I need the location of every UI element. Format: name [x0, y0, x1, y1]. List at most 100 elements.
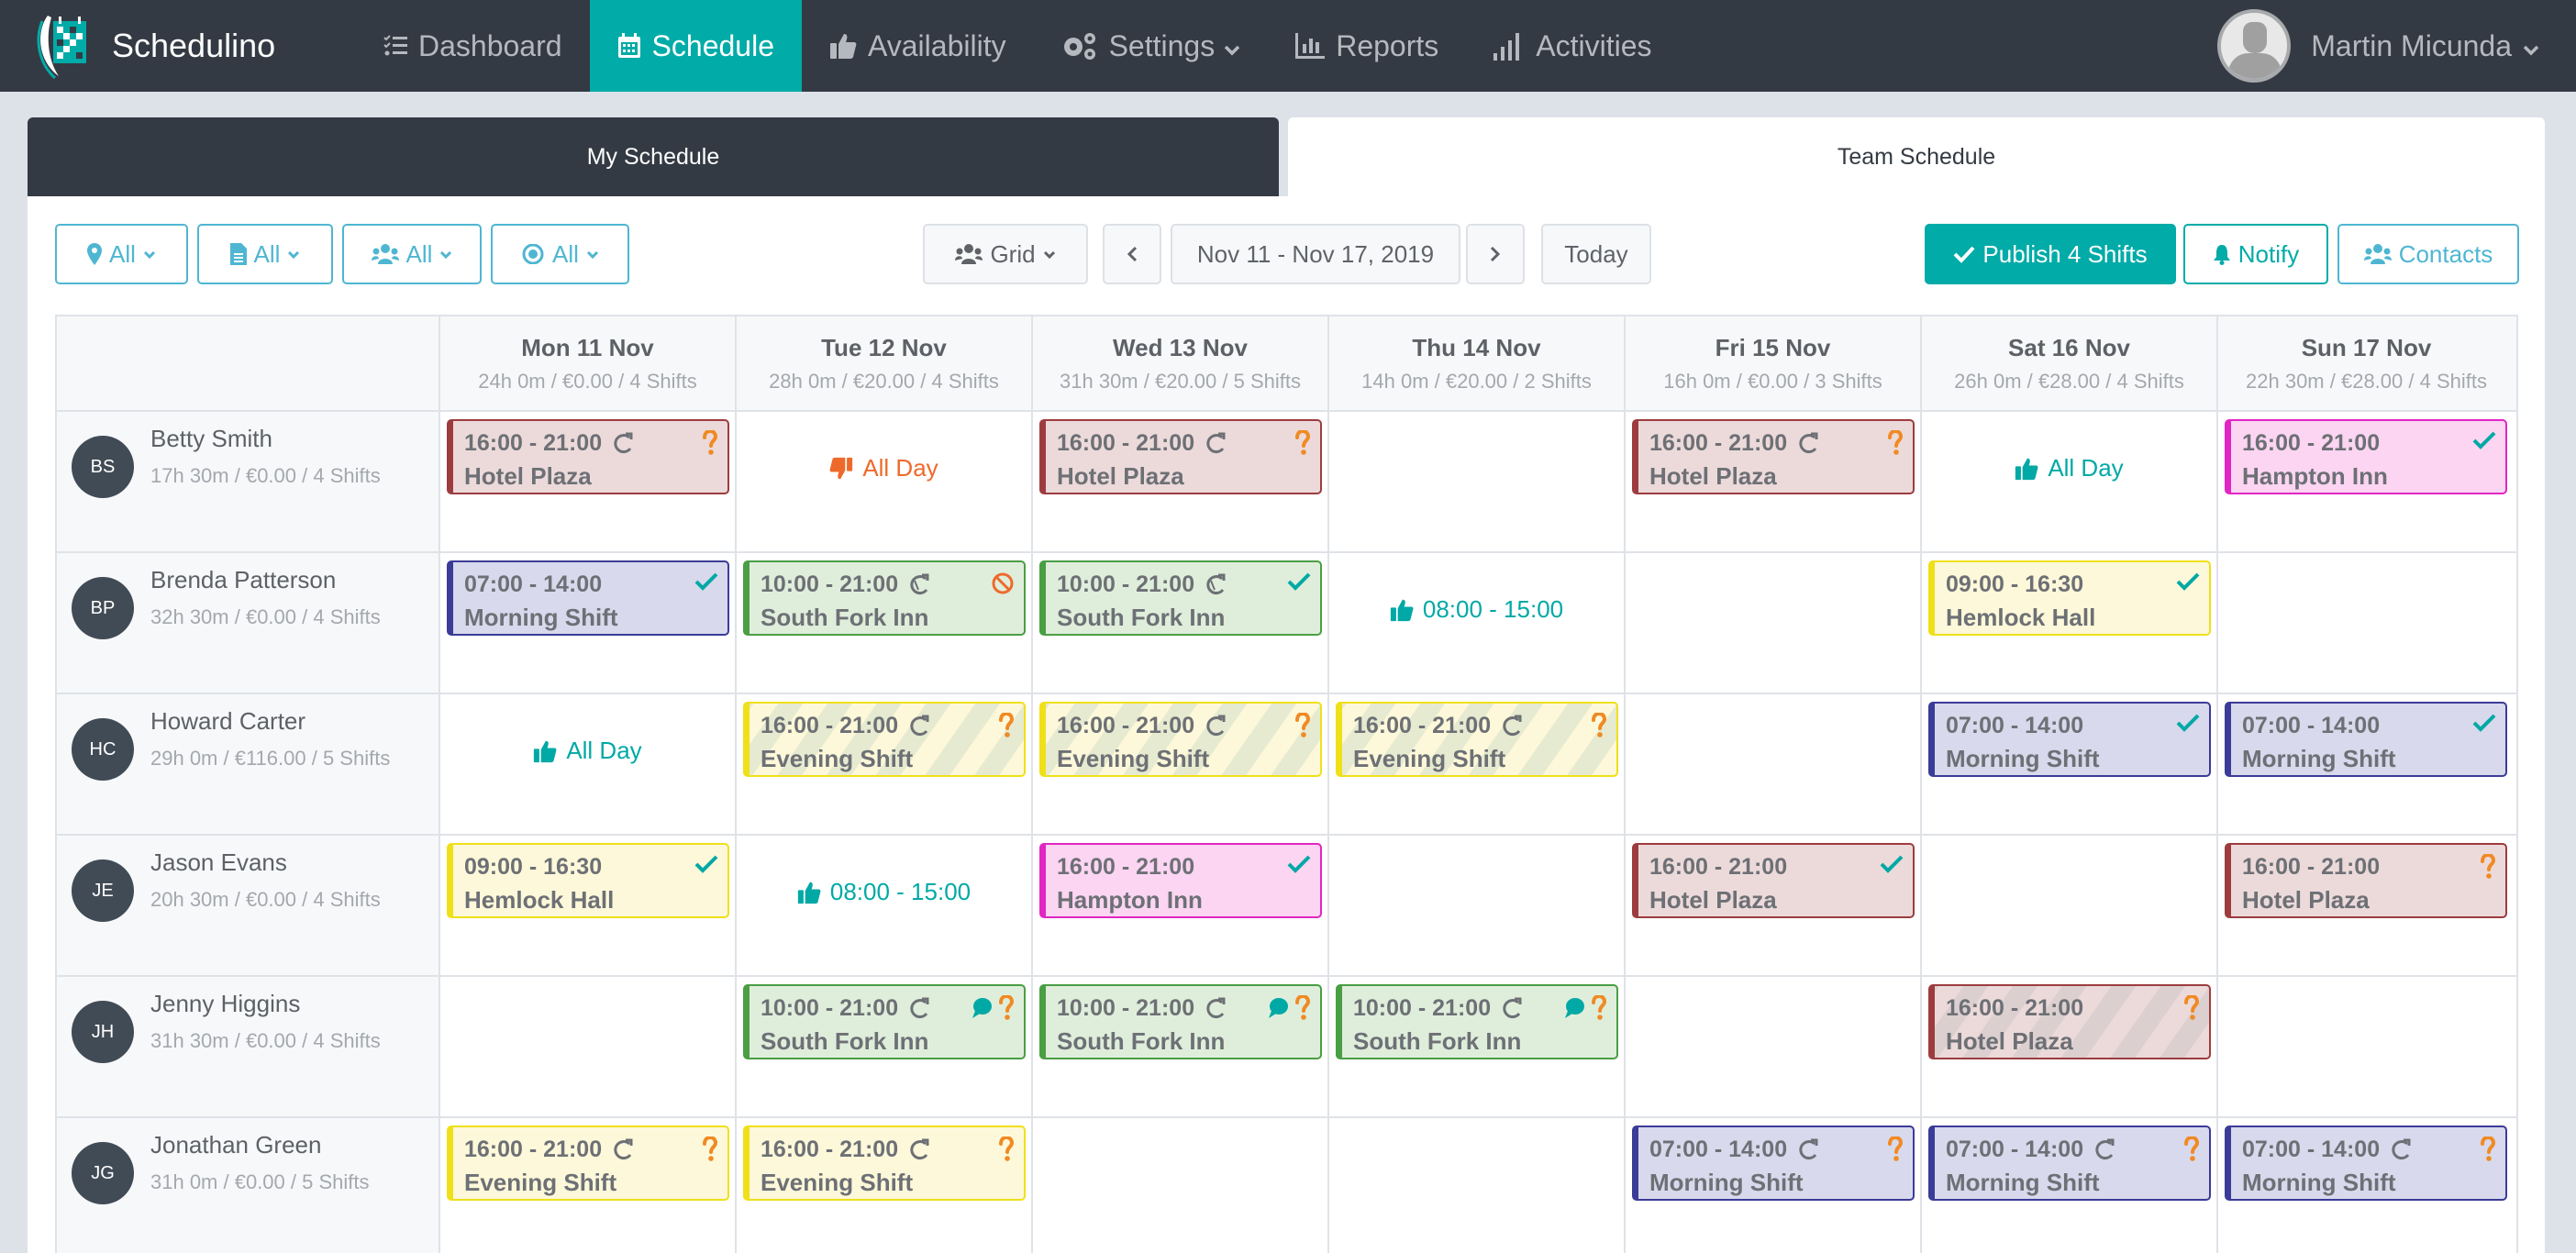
- shift-card[interactable]: 16:00 - 21:00 Hotel Plaza: [447, 419, 729, 494]
- shift-card[interactable]: 16:00 - 21:00 Hampton Inn: [2225, 419, 2507, 494]
- shift-card[interactable]: 09:00 - 16:30 Hemlock Hall: [447, 843, 729, 918]
- schedule-cell[interactable]: [1329, 836, 1626, 975]
- employee-info[interactable]: HC Howard Carter 29h 0m / €116.00 / 5 Shif…: [57, 694, 440, 834]
- schedule-cell[interactable]: 16:00 - 21:00 Evening Shift: [440, 1118, 737, 1253]
- schedule-cell[interactable]: 08:00 - 15:00: [737, 836, 1033, 975]
- nav-dashboard[interactable]: Dashboard: [356, 0, 590, 92]
- employee-info[interactable]: JE Jason Evans 20h 30m / €0.00 / 4 Shifts: [57, 836, 440, 975]
- schedule-cell[interactable]: [1329, 1118, 1626, 1253]
- tab-my-schedule[interactable]: My Schedule: [28, 117, 1279, 196]
- shift-card[interactable]: 07:00 - 14:00 Morning Shift: [1632, 1125, 1915, 1201]
- shift-card[interactable]: 16:00 - 21:00 Hotel Plaza: [1632, 419, 1915, 494]
- shift-card[interactable]: 16:00 - 21:00 Evening Shift: [1336, 702, 1618, 777]
- schedule-cell[interactable]: 07:00 - 14:00 Morning Shift: [1626, 1118, 1922, 1253]
- schedule-cell[interactable]: 16:00 - 21:00 Hotel Plaza: [1033, 412, 1329, 551]
- schedule-cell[interactable]: 10:00 - 21:00 South Fork Inn: [1329, 977, 1626, 1116]
- previous-week-button[interactable]: [1103, 224, 1161, 284]
- contacts-button[interactable]: Contacts: [2337, 224, 2519, 284]
- schedule-cell[interactable]: 16:00 - 21:00 Evening Shift: [1329, 694, 1626, 834]
- schedule-cell[interactable]: [1922, 836, 2218, 975]
- shift-card[interactable]: 16:00 - 21:00 Hotel Plaza: [2225, 843, 2507, 918]
- nav-reports[interactable]: Reports: [1268, 0, 1466, 92]
- availability-preferred[interactable]: 08:00 - 15:00: [1329, 595, 1624, 624]
- schedule-cell[interactable]: All Day: [737, 412, 1033, 551]
- schedule-cell[interactable]: [1033, 1118, 1329, 1253]
- schedule-cell[interactable]: All Day: [440, 694, 737, 834]
- employee-info[interactable]: BS Betty Smith 17h 30m / €0.00 / 4 Shifts: [57, 412, 440, 551]
- today-button[interactable]: Today: [1541, 224, 1651, 284]
- publish-shifts-button[interactable]: Publish 4 Shifts: [1925, 224, 2176, 284]
- schedule-cell[interactable]: 16:00 - 21:00 Evening Shift: [737, 1118, 1033, 1253]
- schedule-cell[interactable]: 10:00 - 21:00 South Fork Inn: [737, 977, 1033, 1116]
- employee-filter-button[interactable]: All: [342, 224, 482, 284]
- schedule-cell[interactable]: 16:00 - 21:00 Hampton Inn: [1033, 836, 1329, 975]
- comment-icon[interactable]: [971, 997, 993, 1024]
- shift-card[interactable]: 16:00 - 21:00 Hotel Plaza: [1039, 419, 1322, 494]
- shift-card[interactable]: 10:00 - 21:00 South Fork Inn: [743, 560, 1026, 636]
- schedule-cell[interactable]: 16:00 - 21:00 Hotel Plaza: [440, 412, 737, 551]
- employee-info[interactable]: JH Jenny Higgins 31h 30m / €0.00 / 4 Shift…: [57, 977, 440, 1116]
- schedule-cell[interactable]: 10:00 - 21:00 South Fork Inn: [1033, 553, 1329, 693]
- employee-info[interactable]: JG Jonathan Green 31h 0m / €0.00 / 5 Shift…: [57, 1118, 440, 1253]
- tab-team-schedule[interactable]: Team Schedule: [1288, 117, 2545, 196]
- schedule-cell[interactable]: 07:00 - 14:00 Morning Shift: [2218, 1118, 2515, 1253]
- schedule-cell[interactable]: [2218, 977, 2515, 1116]
- schedule-cell[interactable]: 16:00 - 21:00 Hotel Plaza: [1626, 836, 1922, 975]
- location-filter-button[interactable]: All: [55, 224, 188, 284]
- visibility-filter-button[interactable]: All: [491, 224, 629, 284]
- view-mode-dropdown[interactable]: Grid: [923, 224, 1088, 284]
- schedule-cell[interactable]: All Day: [1922, 412, 2218, 551]
- shift-card[interactable]: 07:00 - 14:00 Morning Shift: [2225, 1125, 2507, 1201]
- schedule-cell[interactable]: [1626, 694, 1922, 834]
- schedule-cell[interactable]: 16:00 - 21:00 Hampton Inn: [2218, 412, 2515, 551]
- shift-card[interactable]: 10:00 - 21:00 South Fork Inn: [1039, 984, 1322, 1059]
- nav-activities[interactable]: Activities: [1466, 0, 1679, 92]
- date-range-display[interactable]: Nov 11 - Nov 17, 2019: [1171, 224, 1460, 284]
- schedule-cell[interactable]: 16:00 - 21:00 Hotel Plaza: [2218, 836, 2515, 975]
- user-menu[interactable]: Martin Micunda: [2217, 0, 2539, 92]
- shift-card[interactable]: 10:00 - 21:00 South Fork Inn: [1336, 984, 1618, 1059]
- employee-info[interactable]: BP Brenda Patterson 32h 30m / €0.00 / 4 Sh…: [57, 553, 440, 693]
- shift-card[interactable]: 16:00 - 21:00 Evening Shift: [1039, 702, 1322, 777]
- schedule-cell[interactable]: 07:00 - 14:00 Morning Shift: [2218, 694, 2515, 834]
- shift-card[interactable]: 07:00 - 14:00 Morning Shift: [2225, 702, 2507, 777]
- availability-preferred[interactable]: 08:00 - 15:00: [737, 878, 1031, 906]
- schedule-cell[interactable]: [1329, 412, 1626, 551]
- shift-card[interactable]: 10:00 - 21:00 South Fork Inn: [1039, 560, 1322, 636]
- shift-card[interactable]: 09:00 - 16:30 Hemlock Hall: [1928, 560, 2211, 636]
- nav-schedule[interactable]: Schedule: [589, 0, 802, 92]
- availability-preferred[interactable]: All Day: [440, 737, 735, 765]
- position-filter-button[interactable]: All: [197, 224, 333, 284]
- comment-icon[interactable]: [1563, 997, 1585, 1024]
- shift-card[interactable]: 16:00 - 21:00 Evening Shift: [447, 1125, 729, 1201]
- shift-card[interactable]: 07:00 - 14:00 Morning Shift: [447, 560, 729, 636]
- schedule-cell[interactable]: [1626, 553, 1922, 693]
- shift-card[interactable]: 16:00 - 21:00 Hotel Plaza: [1928, 984, 2211, 1059]
- shift-card[interactable]: 07:00 - 14:00 Morning Shift: [1928, 1125, 2211, 1201]
- schedule-cell[interactable]: 10:00 - 21:00 South Fork Inn: [737, 553, 1033, 693]
- next-week-button[interactable]: [1466, 224, 1525, 284]
- schedule-cell[interactable]: 16:00 - 21:00 Hotel Plaza: [1626, 412, 1922, 551]
- shift-card[interactable]: 10:00 - 21:00 South Fork Inn: [743, 984, 1026, 1059]
- nav-availability[interactable]: Availability: [802, 0, 1034, 92]
- brand[interactable]: Schedulino: [35, 0, 356, 92]
- schedule-cell[interactable]: 09:00 - 16:30 Hemlock Hall: [440, 836, 737, 975]
- shift-card[interactable]: 07:00 - 14:00 Morning Shift: [1928, 702, 2211, 777]
- schedule-cell[interactable]: 16:00 - 21:00 Hotel Plaza: [1922, 977, 2218, 1116]
- schedule-cell[interactable]: [440, 977, 737, 1116]
- schedule-cell[interactable]: 07:00 - 14:00 Morning Shift: [1922, 694, 2218, 834]
- schedule-cell[interactable]: 08:00 - 15:00: [1329, 553, 1626, 693]
- schedule-cell[interactable]: 16:00 - 21:00 Evening Shift: [1033, 694, 1329, 834]
- shift-card[interactable]: 16:00 - 21:00 Hampton Inn: [1039, 843, 1322, 918]
- notify-button[interactable]: Notify: [2183, 224, 2328, 284]
- availability-unavailable[interactable]: All Day: [737, 454, 1031, 482]
- availability-preferred[interactable]: All Day: [1922, 454, 2216, 482]
- schedule-cell[interactable]: 09:00 - 16:30 Hemlock Hall: [1922, 553, 2218, 693]
- shift-card[interactable]: 16:00 - 21:00 Evening Shift: [743, 702, 1026, 777]
- schedule-cell[interactable]: 16:00 - 21:00 Evening Shift: [737, 694, 1033, 834]
- schedule-cell[interactable]: [2218, 553, 2515, 693]
- nav-settings[interactable]: Settings: [1034, 0, 1269, 92]
- schedule-cell[interactable]: 10:00 - 21:00 South Fork Inn: [1033, 977, 1329, 1116]
- schedule-cell[interactable]: 07:00 - 14:00 Morning Shift: [1922, 1118, 2218, 1253]
- shift-card[interactable]: 16:00 - 21:00 Hotel Plaza: [1632, 843, 1915, 918]
